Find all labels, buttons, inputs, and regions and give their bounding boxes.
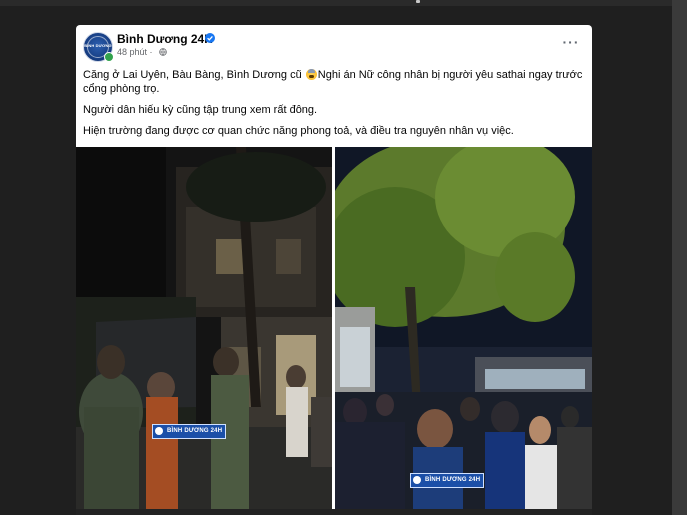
photo-right-scene xyxy=(335,147,592,509)
verified-badge-icon xyxy=(205,33,215,43)
post-paragraph-2: Người dân hiếu kỳ cũng tập trung xem rất… xyxy=(83,104,318,116)
post-header: BÌNH DƯƠNG Bình Dương 24H 48 phút · ··· xyxy=(76,25,592,67)
more-options-icon[interactable]: ··· xyxy=(560,35,582,51)
meta-separator: · xyxy=(149,47,153,57)
online-status-dot xyxy=(104,52,114,62)
page-name-link[interactable]: Bình Dương 24H xyxy=(117,32,213,46)
post-paragraph-3: Hiện trường đang được cơ quan chức năng … xyxy=(83,125,514,137)
cursor-dot xyxy=(416,0,420,3)
post-meta: 48 phút · xyxy=(117,47,153,57)
post-time-link[interactable]: 48 phút xyxy=(117,47,147,57)
watermark-left-text: BÌNH DƯƠNG 24H xyxy=(167,428,223,434)
post-photo-left[interactable]: BÌNH DƯƠNG 24H xyxy=(76,147,332,509)
watermark-logo-icon xyxy=(155,427,163,435)
watermark-right-text: BÌNH DƯƠNG 24H xyxy=(425,477,481,483)
photo-left-scene xyxy=(76,147,332,509)
window-top-bar xyxy=(0,0,687,6)
globe-icon[interactable] xyxy=(159,48,167,56)
post-photo-right[interactable]: BÌNH DƯƠNG 24H xyxy=(335,147,592,509)
post-card: BÌNH DƯƠNG Bình Dương 24H 48 phút · ··· … xyxy=(76,25,592,515)
post-paragraph-1: Căng ở Lai Uyên, Bàu Bàng, Bình Dương cũ… xyxy=(83,68,587,96)
watermark-right: BÌNH DƯƠNG 24H xyxy=(410,473,485,488)
avatar-text: BÌNH DƯƠNG xyxy=(84,43,112,48)
watermark-logo-icon xyxy=(413,476,421,484)
card-bottom-edge xyxy=(76,509,592,515)
emoji-fearful-icon xyxy=(305,69,317,80)
post-text: Căng ở Lai Uyên, Bàu Bàng, Bình Dương cũ… xyxy=(83,68,587,145)
paragraph-1-part-1: Căng ở Lai Uyên, Bàu Bàng, Bình Dương cũ xyxy=(83,69,305,81)
right-scroll-strip[interactable] xyxy=(672,0,687,515)
watermark-left: BÌNH DƯƠNG 24H xyxy=(152,424,227,439)
